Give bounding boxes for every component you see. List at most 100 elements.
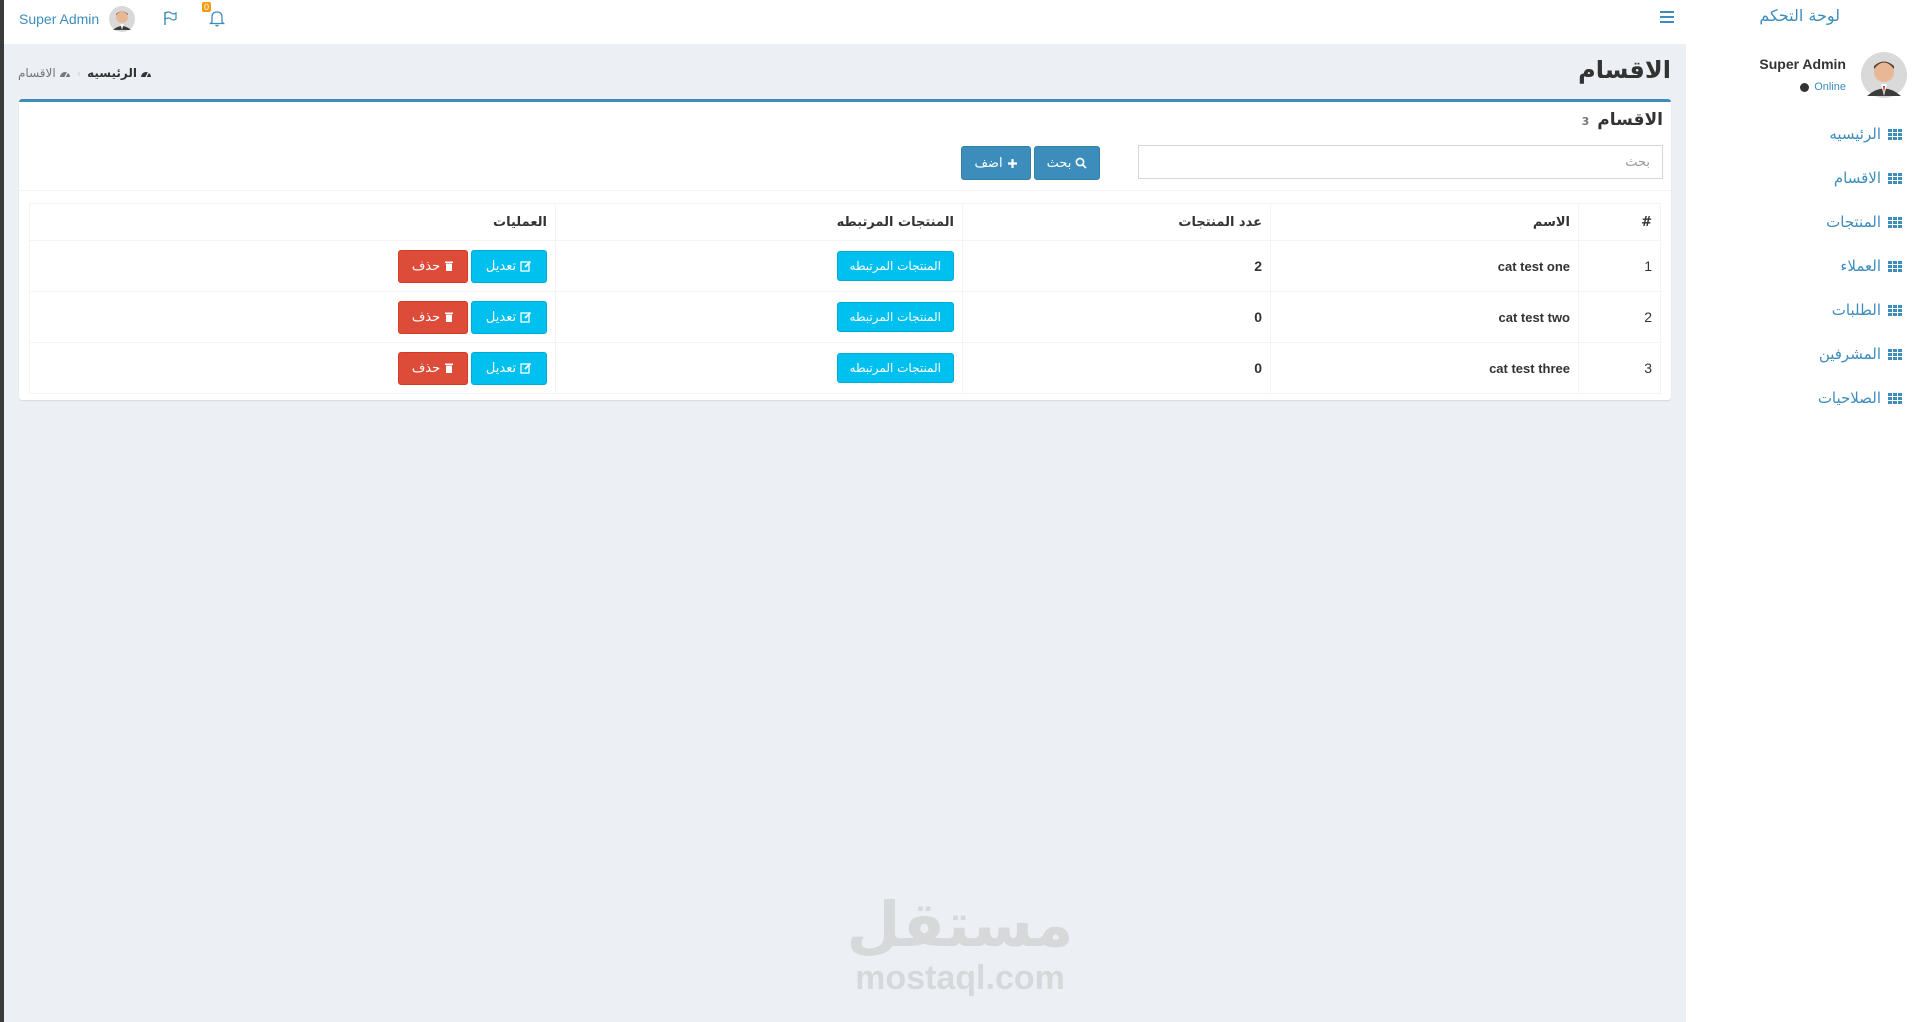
sidebar-item-label: الطلبات xyxy=(1831,301,1881,319)
grid-icon xyxy=(1888,216,1902,228)
trash-icon xyxy=(445,363,454,373)
brand-logo[interactable]: لوحة التحكم xyxy=(1759,6,1840,25)
header-user-name: Super Admin xyxy=(19,11,100,27)
related-products-button[interactable]: المنتجات المرتبطه xyxy=(836,302,954,332)
box-divider xyxy=(19,190,1671,191)
table-row: 3 cat test three 0 المنتجات المرتبطه تعد… xyxy=(29,342,1661,394)
sidebar-item-label: المشرفين xyxy=(1818,345,1881,363)
breadcrumb-separator: › xyxy=(76,66,82,80)
categories-table: # الاسم عدد المنتجات المنتجات المرتبطه ا… xyxy=(29,203,1661,394)
watermark-latin: mostaql.com xyxy=(855,959,1065,997)
row-name: cat test two xyxy=(1270,291,1579,343)
edit-button[interactable]: تعديل xyxy=(471,351,547,385)
breadcrumb-current-label: الاقسام xyxy=(18,66,56,80)
sidebar-item-label: العملاء xyxy=(1840,257,1881,275)
delete-button-label: حذف xyxy=(411,258,441,274)
row-index: 2 xyxy=(1578,291,1661,343)
search-button-label: بحث xyxy=(1046,155,1072,171)
edit-icon xyxy=(520,260,532,272)
row-count: 2 xyxy=(962,240,1271,292)
sidebar-item-label: المنتجات xyxy=(1826,213,1881,231)
row-count: 0 xyxy=(962,342,1271,394)
breadcrumb-home[interactable]: الرئيسيه xyxy=(87,66,152,80)
row-count: 0 xyxy=(962,291,1271,343)
sidebar-item-customers[interactable]: العملاء xyxy=(1686,244,1920,288)
delete-button-label: حذف xyxy=(411,309,441,325)
row-related-cell: المنتجات المرتبطه xyxy=(555,240,963,292)
delete-button[interactable]: حذف xyxy=(398,300,468,334)
status-label: Online xyxy=(1814,81,1846,93)
plus-icon xyxy=(1007,158,1017,168)
flag-icon[interactable] xyxy=(162,10,178,26)
trash-icon xyxy=(445,261,454,271)
grid-icon xyxy=(1888,392,1902,404)
status-dot-icon xyxy=(1800,82,1810,92)
row-actions-cell: تعديل حذف xyxy=(29,291,556,343)
edit-icon xyxy=(520,362,532,374)
breadcrumb: الرئيسيه › الاقسام xyxy=(18,66,152,80)
sidebar-user-name: Super Admin xyxy=(1759,56,1846,72)
row-actions-cell: تعديل حذف xyxy=(29,342,556,394)
search-input[interactable] xyxy=(1138,145,1663,179)
edit-icon xyxy=(520,311,532,323)
avatar xyxy=(1861,52,1907,98)
user-menu[interactable]: Super Admin xyxy=(19,6,136,32)
table-row: 2 cat test two 0 المنتجات المرتبطه تعديل… xyxy=(29,291,1661,343)
table-header-row: # الاسم عدد المنتجات المنتجات المرتبطه ا… xyxy=(29,203,1661,241)
bars-icon[interactable] xyxy=(1660,11,1674,23)
add-button[interactable]: اضف xyxy=(961,146,1031,180)
window-edge xyxy=(0,0,4,1022)
sidebar-item-home[interactable]: الرئيسيه xyxy=(1686,112,1920,156)
user-panel: Super Admin Online xyxy=(1686,50,1920,102)
grid-icon xyxy=(1888,128,1902,140)
column-header-related: المنتجات المرتبطه xyxy=(555,203,963,241)
column-header-count: عدد المنتجات xyxy=(962,203,1271,241)
user-status: Online xyxy=(1800,81,1846,93)
edit-button-label: تعديل xyxy=(485,360,517,376)
page-title: الاقسام xyxy=(1578,56,1671,84)
row-name: cat test three xyxy=(1270,342,1579,394)
watermark-arabic: مستقل xyxy=(846,888,1074,961)
categories-box: الاقسام 3 بحث اضف # الاسم عدد المنتجات ا… xyxy=(19,99,1671,400)
grid-icon xyxy=(1888,348,1902,360)
add-button-label: اضف xyxy=(974,155,1003,171)
box-title: الاقسام 3 xyxy=(1582,110,1663,130)
edit-button-label: تعديل xyxy=(485,309,517,325)
bell-icon[interactable] xyxy=(207,8,227,28)
sidebar-menu: الرئيسيه الاقسام المنتجات العملاء الطلبا… xyxy=(1686,112,1920,420)
grid-icon xyxy=(1888,304,1902,316)
row-index: 3 xyxy=(1578,342,1661,394)
box-title-label: الاقسام xyxy=(1597,110,1663,130)
search-icon xyxy=(1075,157,1088,169)
table-row: 1 cat test one 2 المنتجات المرتبطه تعديل… xyxy=(29,240,1661,292)
search-button[interactable]: بحث xyxy=(1034,146,1100,180)
breadcrumb-current: الاقسام xyxy=(18,66,71,80)
related-products-button[interactable]: المنتجات المرتبطه xyxy=(836,251,954,281)
edit-button[interactable]: تعديل xyxy=(471,249,547,283)
edit-button-label: تعديل xyxy=(485,258,517,274)
sidebar-item-admins[interactable]: المشرفين xyxy=(1686,332,1920,376)
category-count: 3 xyxy=(1581,115,1590,128)
related-products-button[interactable]: المنتجات المرتبطه xyxy=(836,353,954,383)
sidebar-item-permissions[interactable]: الصلاحيات xyxy=(1686,376,1920,420)
row-related-cell: المنتجات المرتبطه xyxy=(555,342,963,394)
row-index: 1 xyxy=(1578,240,1661,292)
top-navbar: Super Admin 0 xyxy=(4,0,1686,44)
edit-button[interactable]: تعديل xyxy=(471,300,547,334)
delete-button[interactable]: حذف xyxy=(398,249,468,283)
row-name: cat test one xyxy=(1270,240,1579,292)
column-header-name: الاسم xyxy=(1270,203,1579,241)
delete-button-label: حذف xyxy=(411,360,441,376)
sidebar-item-categories[interactable]: الاقسام xyxy=(1686,156,1920,200)
avatar xyxy=(109,6,136,32)
column-header-actions: العمليات xyxy=(29,203,556,241)
sidebar-item-orders[interactable]: الطلبات xyxy=(1686,288,1920,332)
delete-button[interactable]: حذف xyxy=(398,351,468,385)
trash-icon xyxy=(445,312,454,322)
sidebar-item-label: الاقسام xyxy=(1833,169,1881,187)
sidebar-item-label: الصلاحيات xyxy=(1817,389,1881,407)
row-related-cell: المنتجات المرتبطه xyxy=(555,291,963,343)
sidebar-item-products[interactable]: المنتجات xyxy=(1686,200,1920,244)
grid-icon xyxy=(1888,172,1902,184)
dashboard-icon xyxy=(141,72,151,78)
